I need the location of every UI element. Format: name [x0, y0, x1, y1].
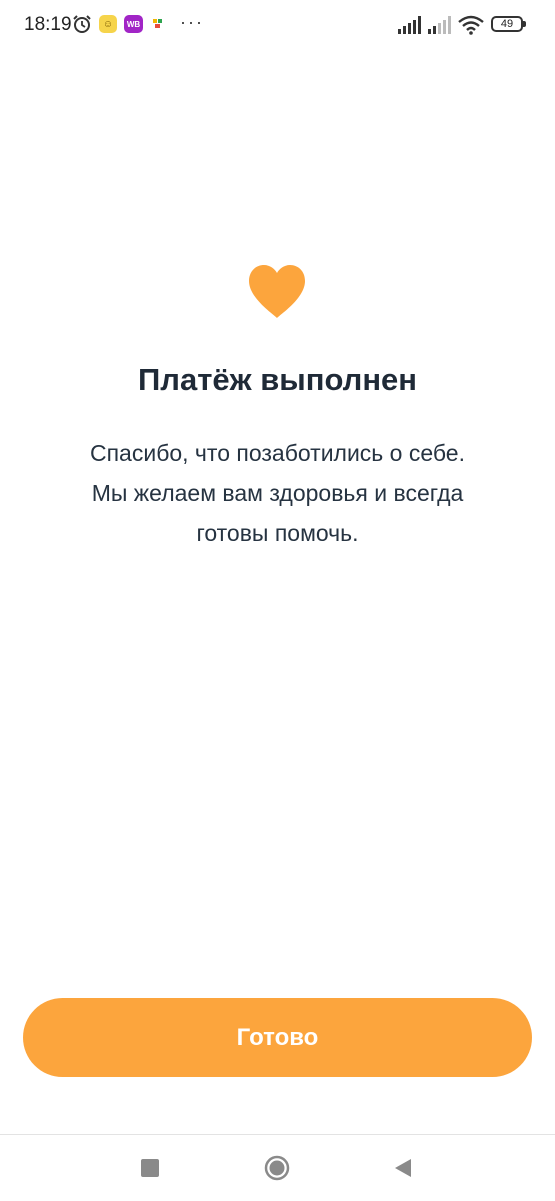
- battery-level: 49: [500, 18, 514, 30]
- done-button[interactable]: Готово: [23, 998, 532, 1077]
- navigation-bar: [0, 1134, 555, 1201]
- home-icon[interactable]: [264, 1155, 290, 1181]
- page-title: Платёж выполнен: [137, 362, 418, 397]
- message-line: готовы помочь.: [196, 520, 359, 546]
- more-notifications-indicator: ···: [180, 12, 204, 32]
- wildberries-app-icon: WB: [124, 15, 143, 33]
- status-time: 18:19: [24, 14, 72, 35]
- notification-dot-icon: [153, 19, 162, 28]
- confirmation-message: Спасибо, что позаботились о себе. Мы жел…: [40, 433, 515, 553]
- heart-icon: [249, 265, 305, 318]
- alarm-icon: [73, 15, 91, 33]
- back-icon[interactable]: [393, 1157, 413, 1179]
- battery-icon: 49: [491, 16, 526, 32]
- message-line: Мы желаем вам здоровья и всегда: [91, 480, 464, 506]
- wb-label: WB: [126, 19, 141, 29]
- notification-app-icon: ☺: [99, 15, 117, 33]
- wifi-icon: [458, 15, 484, 35]
- status-bar: 18:19 ☺ WB ··· 49: [0, 0, 555, 50]
- signal-icon: [398, 16, 421, 34]
- recent-apps-icon[interactable]: [141, 1159, 159, 1177]
- signal-icon: [428, 16, 451, 34]
- message-line: Спасибо, что позаботились о себе.: [89, 440, 465, 466]
